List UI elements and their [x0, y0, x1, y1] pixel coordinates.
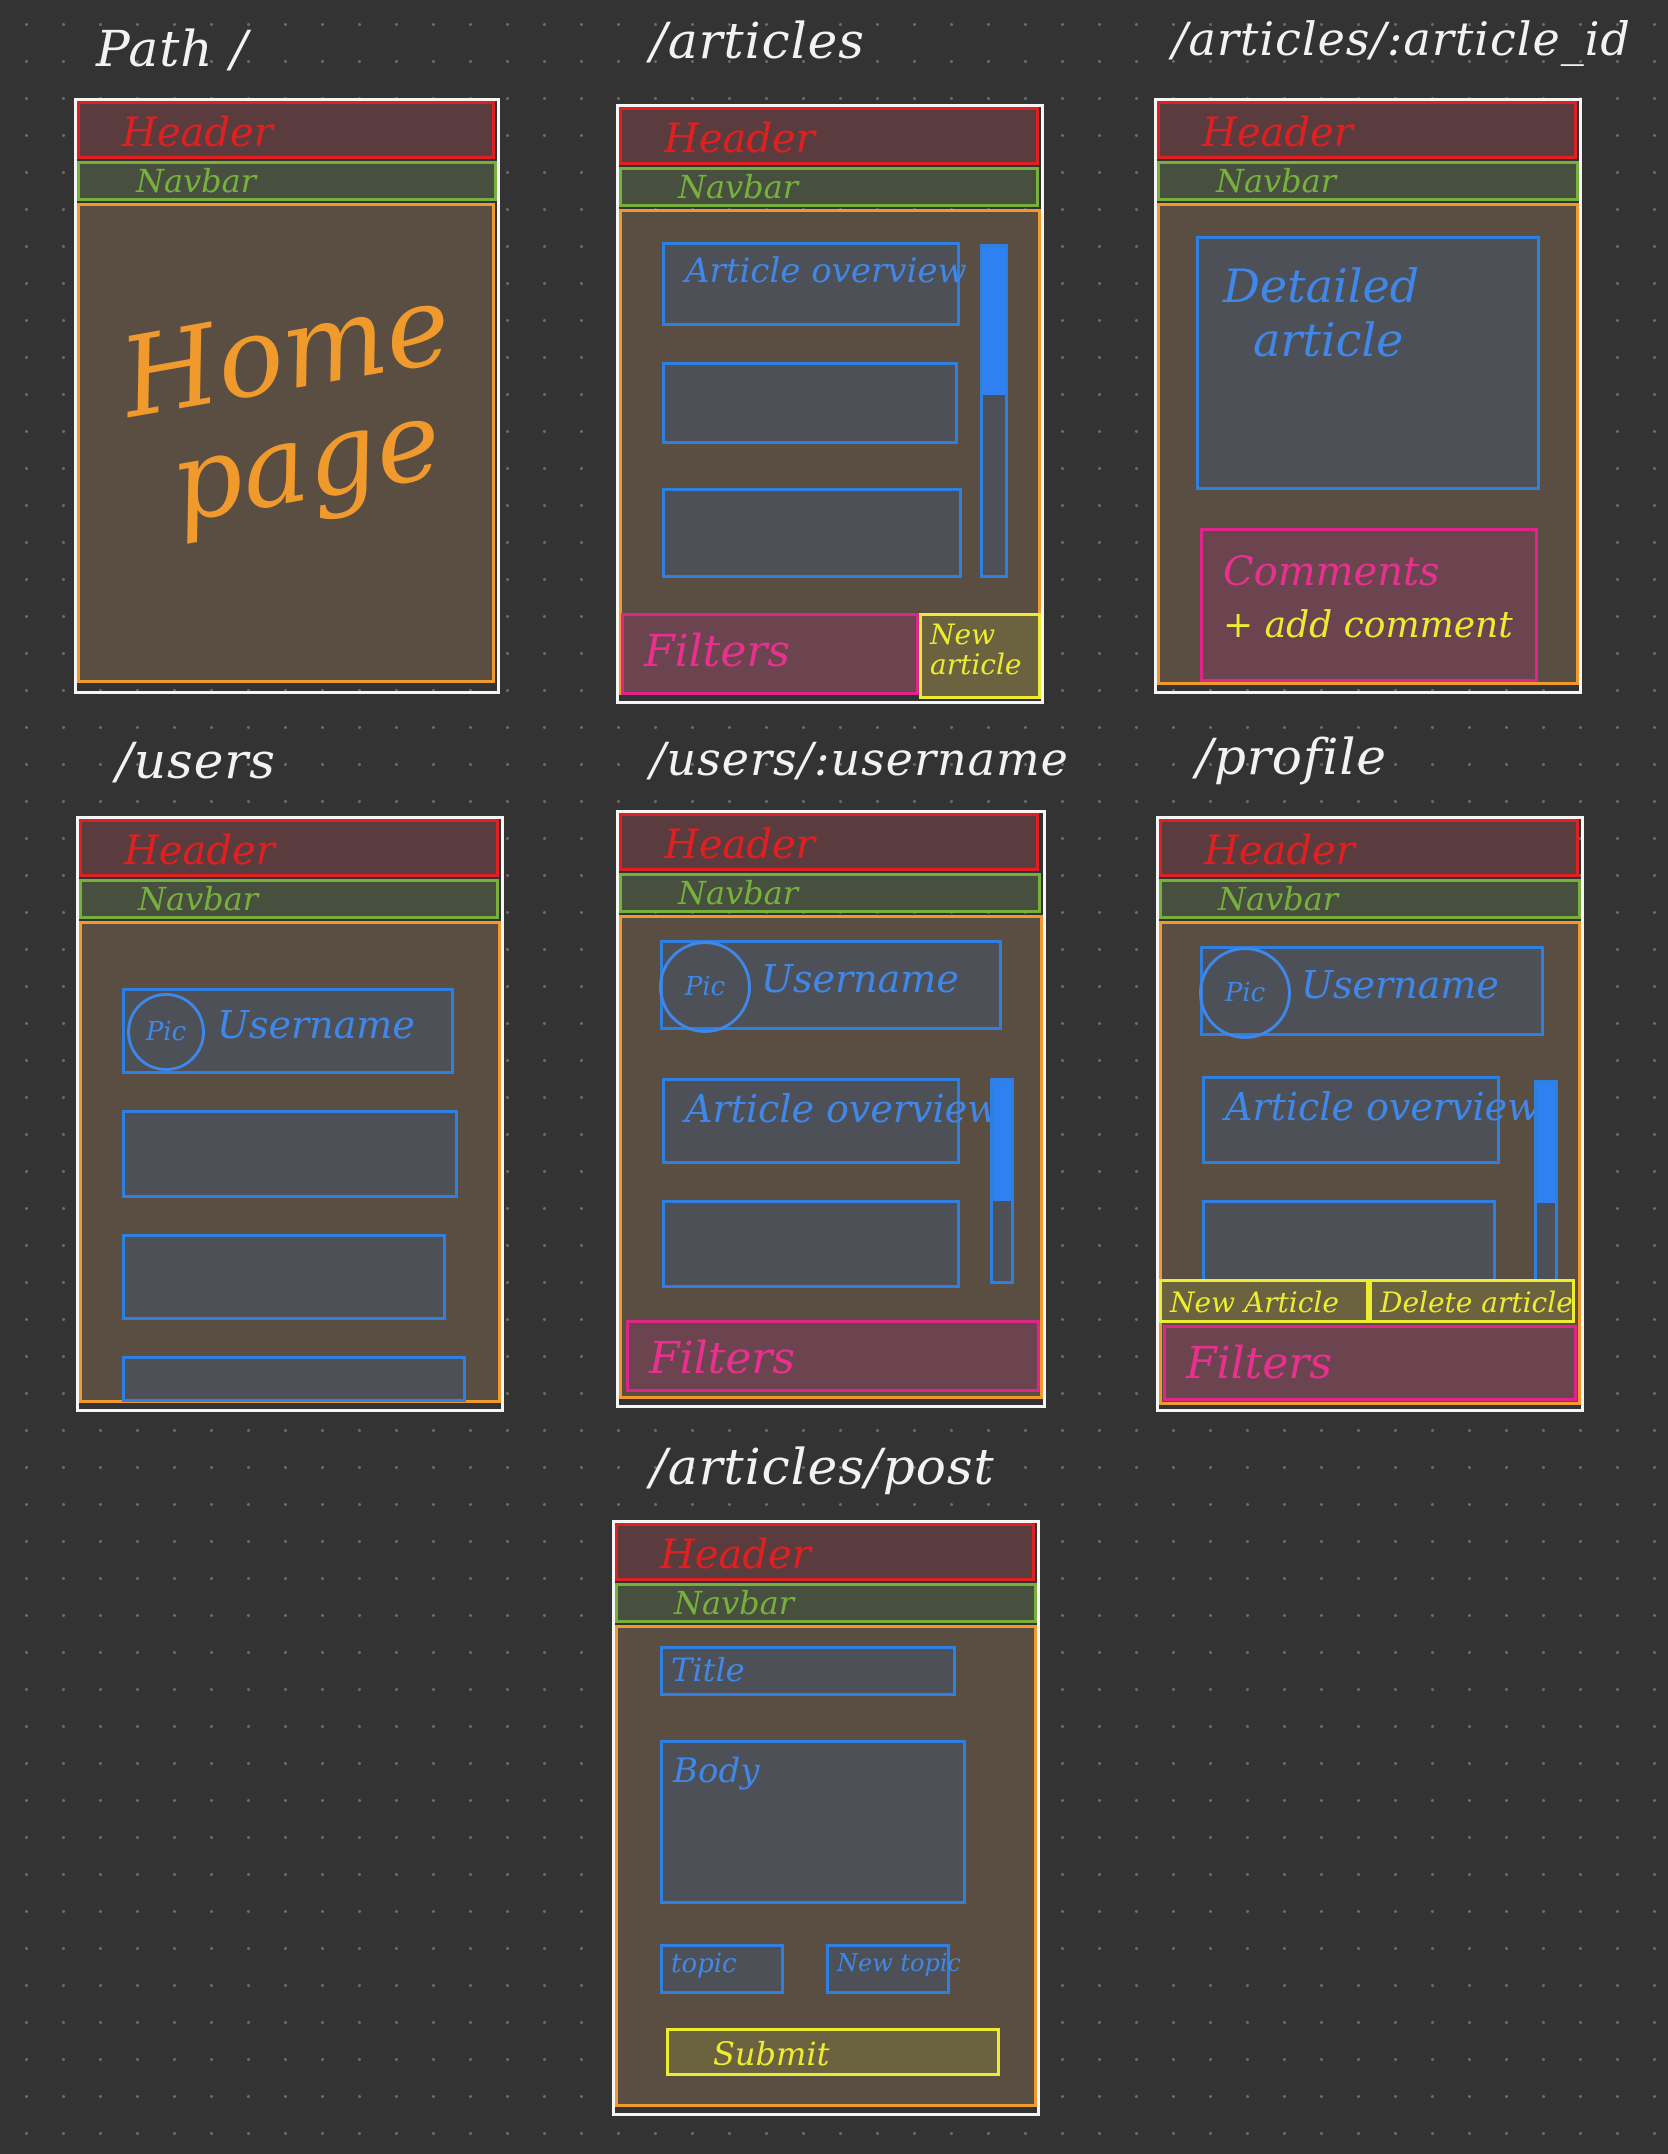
route-label-root: Path / [96, 20, 249, 78]
scrollbar[interactable] [1534, 1080, 1558, 1286]
route-label-article-detail: /articles/:article_id [1172, 12, 1631, 66]
navbar: Navbar [619, 167, 1039, 207]
wireframe-articles: Header Navbar Article overview Filters N… [616, 104, 1044, 704]
wireframe-home: Header Navbar Home page [74, 98, 500, 694]
username-label: Username [217, 1003, 415, 1047]
detailed-article-line2: article [1253, 313, 1404, 367]
navbar: Navbar [79, 879, 499, 919]
detailed-article: Detailed article [1196, 236, 1540, 490]
header: Header [77, 101, 495, 159]
wireframe-article-detail: Header Navbar Detailed article Comments … [1154, 98, 1582, 694]
article-overview-card[interactable]: Article overview [1202, 1076, 1540, 1164]
username-label: Username [1301, 963, 1499, 1007]
route-label-user-detail: /users/:username [650, 732, 1069, 786]
delete-article-button[interactable]: Delete article [1369, 1279, 1575, 1323]
avatar: Pic [659, 941, 751, 1033]
content-area: Pic Username [79, 921, 501, 1403]
title-input[interactable]: Title [660, 1646, 956, 1696]
header: Header [615, 1523, 1035, 1581]
new-topic-button[interactable]: New topic [826, 1944, 961, 1994]
new-article-button[interactable]: New Article [1159, 1279, 1369, 1323]
header: Header [619, 813, 1039, 871]
article-overview-card[interactable] [662, 362, 958, 444]
topic-select[interactable]: topic [660, 1944, 784, 1994]
article-overview-card[interactable]: Article overview [662, 242, 967, 326]
avatar: Pic [127, 993, 205, 1071]
content-area: Home page [77, 203, 495, 683]
filters-panel[interactable]: Filters [1163, 1325, 1577, 1401]
user-card[interactable] [122, 1110, 458, 1198]
detailed-article-line1: Detailed [1223, 259, 1420, 313]
navbar: Navbar [1159, 879, 1581, 919]
article-overview-card[interactable] [662, 1200, 960, 1288]
article-overview-card[interactable] [1202, 1200, 1496, 1284]
filters-panel[interactable]: Filters [626, 1320, 1040, 1392]
user-card[interactable] [122, 1234, 446, 1320]
username-label: Username [761, 957, 959, 1001]
wireframe-profile: Header Navbar Pic Username Article overv… [1156, 816, 1584, 1412]
user-info-card: Pic Username [659, 940, 1002, 1033]
content-area: Detailed article Comments + add comment [1157, 203, 1579, 685]
navbar: Navbar [619, 873, 1041, 913]
navbar: Navbar [77, 161, 497, 201]
new-article-button[interactable]: New article [919, 613, 1041, 699]
header: Header [1157, 101, 1577, 159]
header: Header [619, 107, 1039, 165]
wireframe-user-detail: Header Navbar Pic Username Article overv… [616, 810, 1046, 1408]
navbar: Navbar [615, 1583, 1037, 1623]
route-label-profile: /profile [1196, 728, 1387, 786]
route-label-articles: /articles [650, 12, 865, 70]
route-label-users: /users [116, 732, 276, 790]
route-label-post: /articles/post [650, 1438, 995, 1496]
scrollbar-thumb[interactable] [993, 1081, 1011, 1201]
user-card[interactable]: Pic Username [122, 988, 454, 1074]
content-area: Title Body topic New topic Submit [615, 1625, 1037, 2107]
wireframe-users: Header Navbar Pic Username [76, 816, 504, 1412]
user-info-card: Pic Username [1199, 946, 1544, 1039]
navbar: Navbar [1157, 161, 1579, 201]
body-textarea[interactable]: Body [660, 1740, 966, 1904]
filters-panel[interactable]: Filters [621, 613, 919, 695]
comments-label: Comments [1223, 549, 1440, 595]
wireframe-post: Header Navbar Title Body topic New topic… [612, 1520, 1040, 2116]
user-card[interactable] [122, 1356, 466, 1402]
add-comment-label[interactable]: + add comment [1223, 599, 1535, 653]
header: Header [1159, 819, 1579, 877]
comments-panel[interactable]: Comments + add comment [1200, 528, 1538, 682]
new-article-label-line1: New [930, 618, 996, 651]
article-overview-card[interactable] [662, 488, 962, 578]
avatar: Pic [1199, 947, 1291, 1039]
submit-button[interactable]: Submit [666, 2028, 1000, 2076]
scrollbar-thumb[interactable] [983, 247, 1005, 395]
new-article-label-line2: article [930, 648, 1022, 681]
scrollbar[interactable] [980, 244, 1008, 578]
scrollbar[interactable] [990, 1078, 1014, 1284]
scrollbar-thumb[interactable] [1537, 1083, 1555, 1203]
header: Header [79, 819, 499, 877]
article-overview-card[interactable]: Article overview [662, 1078, 1000, 1164]
content-area: Pic Username Article overview Filters [619, 915, 1043, 1399]
